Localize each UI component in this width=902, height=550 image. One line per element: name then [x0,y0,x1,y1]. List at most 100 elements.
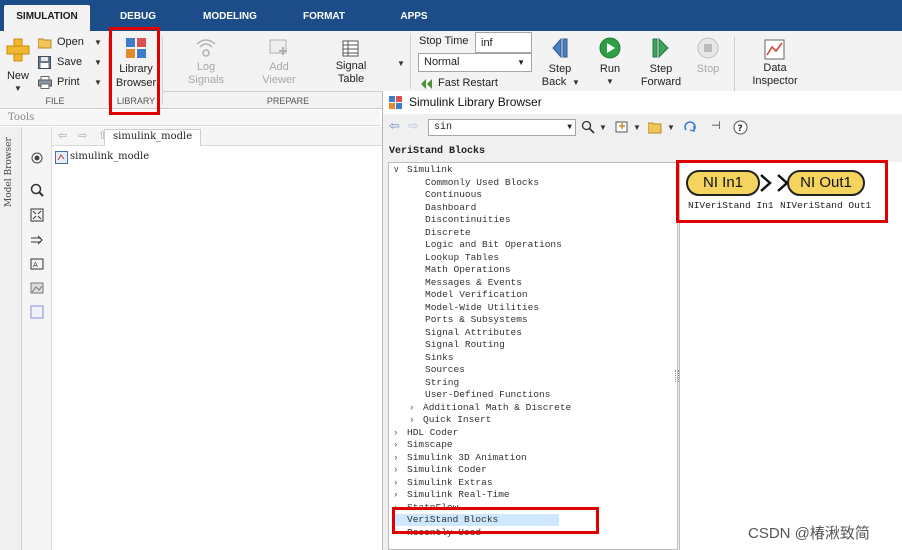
model-tree-root[interactable]: simulink_modle [70,151,149,162]
ni-out1-block[interactable]: NI Out1 [787,170,865,196]
new-model-arrow[interactable]: ▼ [633,123,641,132]
tree-item[interactable]: Discrete [425,227,471,239]
tree-item[interactable]: VeriStand Blocks [393,514,559,526]
tree-item[interactable]: Signal Routing [425,339,505,351]
chevron-right-icon[interactable]: › [393,477,407,489]
new-dropdown-arrow[interactable]: ▼ [14,84,22,93]
tree-item[interactable]: › Simulink 3D Animation [393,452,527,464]
model-canvas[interactable]: simulink_modle [52,146,382,550]
tree-item[interactable]: Model-Wide Utilities [425,302,539,314]
tree-item[interactable]: Signal Attributes [425,327,522,339]
chevron-right-icon[interactable]: › [393,427,407,439]
refresh-icon[interactable] [683,120,697,134]
chevron-right-icon[interactable]: › [393,464,407,476]
tree-item[interactable]: User-Defined Functions [425,389,550,401]
tree-item[interactable]: Commonly Used Blocks [425,177,539,189]
tab-modeling[interactable]: MODELING [192,5,268,31]
library-tree[interactable]: ∨ Simulink Commonly Used Blocks Continuous D… [388,162,678,550]
model-tab[interactable]: simulink_modle [104,129,202,146]
save-button[interactable]: Save ▼ [38,55,106,71]
tree-item[interactable]: Dashboard [425,202,476,214]
signal-table-button[interactable]: Signal Table [328,37,374,87]
chevron-right-icon[interactable]: › [393,439,407,451]
search-options-arrow[interactable]: ▼ [599,123,607,132]
tree-item[interactable]: Continuous [425,189,482,201]
hide-show-icon[interactable] [30,151,44,165]
step-back-button[interactable]: Step Back ▼ [540,37,580,93]
tree-item[interactable]: › StateFlow [393,502,458,514]
tree-item[interactable]: › Quick Insert [409,414,491,426]
data-inspector-button[interactable]: Data Inspector [748,37,802,93]
forward-icon[interactable]: ⇨ [78,129,87,142]
zoom-icon[interactable] [30,183,44,197]
stop-time-input[interactable]: inf [475,32,532,53]
chevron-right-icon[interactable]: › [409,402,423,414]
step-back-dropdown-arrow[interactable]: ▼ [572,78,580,87]
chevron-right-icon[interactable]: › [393,452,407,464]
fast-restart-button[interactable]: Fast Restart [418,77,528,91]
chevron-right-icon[interactable]: › [409,414,423,426]
ni-in1-block[interactable]: NI In1 [686,170,760,196]
tree-item[interactable]: › Additional Math & Discrete [409,402,571,414]
open-button[interactable]: Open ▼ [38,35,106,51]
annotation-icon[interactable]: A [30,257,44,271]
tree-item[interactable]: Ports & Subsystems [425,314,528,326]
tree-item[interactable]: › Simulink Extras [393,477,493,489]
library-search-input[interactable]: sin ▼ [428,119,576,136]
tab-apps[interactable]: APPS [376,5,452,31]
forward-arrow-icon[interactable]: ⇨ [408,118,419,134]
save-dropdown-arrow[interactable]: ▼ [94,58,102,67]
simulation-mode-select[interactable]: Normal ▼ [418,53,532,72]
step-forward-button[interactable]: Step Forward [638,37,684,93]
model-browser-strip[interactable]: Model Browser [0,127,22,550]
search-icon[interactable] [581,120,595,134]
print-dropdown-arrow[interactable]: ▼ [94,78,102,87]
tree-item-label: Sources [425,364,465,375]
tree-item[interactable]: Sinks [425,352,454,364]
chevron-right-icon[interactable]: › [393,502,407,514]
chevron-right-icon[interactable]: › [393,489,407,501]
tree-item[interactable]: › HDL Coder [393,427,458,439]
add-viewer-button[interactable]: Add Viewer [256,37,302,87]
back-arrow-icon[interactable]: ⇦ [389,118,400,134]
pin-icon[interactable]: ⊣ [711,119,721,132]
library-block-pane[interactable]: NI In1 NI Out1 NIVeriStand In1 NIVeriSta… [679,162,902,550]
open-folder-arrow[interactable]: ▼ [667,123,675,132]
tree-item[interactable]: Recently Used [393,527,481,539]
tree-item[interactable]: Lookup Tables [425,252,499,264]
tree-item[interactable]: › Simulink Coder [393,464,487,476]
tree-item[interactable]: ∨ Simulink [393,164,453,176]
tab-debug[interactable]: DEBUG [100,5,176,31]
search-history-chevron-icon[interactable]: ▼ [567,120,572,135]
tree-item[interactable]: Sources [425,364,465,376]
new-model-icon[interactable] [615,120,629,134]
open-folder-icon[interactable] [648,121,663,134]
tree-item[interactable]: Math Operations [425,264,511,276]
tree-item[interactable]: Model Verification [425,289,528,301]
pane-splitter-grip[interactable] [675,370,679,382]
open-dropdown-arrow[interactable]: ▼ [94,38,102,47]
area-icon[interactable] [30,305,44,319]
help-icon[interactable]: ? [733,120,748,135]
chevron-down-icon[interactable]: ∨ [393,164,407,176]
tree-item[interactable]: › Simulink Real-Time [393,489,510,501]
tree-item[interactable]: Logic and Bit Operations [425,239,562,251]
run-dropdown-arrow[interactable]: ▼ [606,77,614,86]
tab-simulation[interactable]: SIMULATION [4,5,90,31]
library-browser-button[interactable]: Library Browser [113,35,159,91]
tree-item[interactable]: String [425,377,459,389]
new-button[interactable]: New ▼ [4,36,32,93]
image-icon[interactable] [30,281,44,295]
tree-item[interactable]: Discontinuities [425,214,511,226]
fit-to-view-icon[interactable] [30,208,44,222]
prepare-gallery-arrow[interactable]: ▼ [397,59,405,68]
stop-button[interactable]: Stop [688,37,728,87]
back-icon[interactable]: ⇦ [58,129,67,142]
tree-item[interactable]: Messages & Events [425,277,522,289]
print-button[interactable]: Print ▼ [38,75,106,91]
tree-item[interactable]: › Simscape [393,439,453,451]
log-signals-button[interactable]: Log Signals [183,37,229,87]
arrow-right-icon[interactable] [30,233,44,247]
run-button[interactable]: Run ▼ [590,37,630,93]
tab-format[interactable]: FORMAT [286,5,362,31]
